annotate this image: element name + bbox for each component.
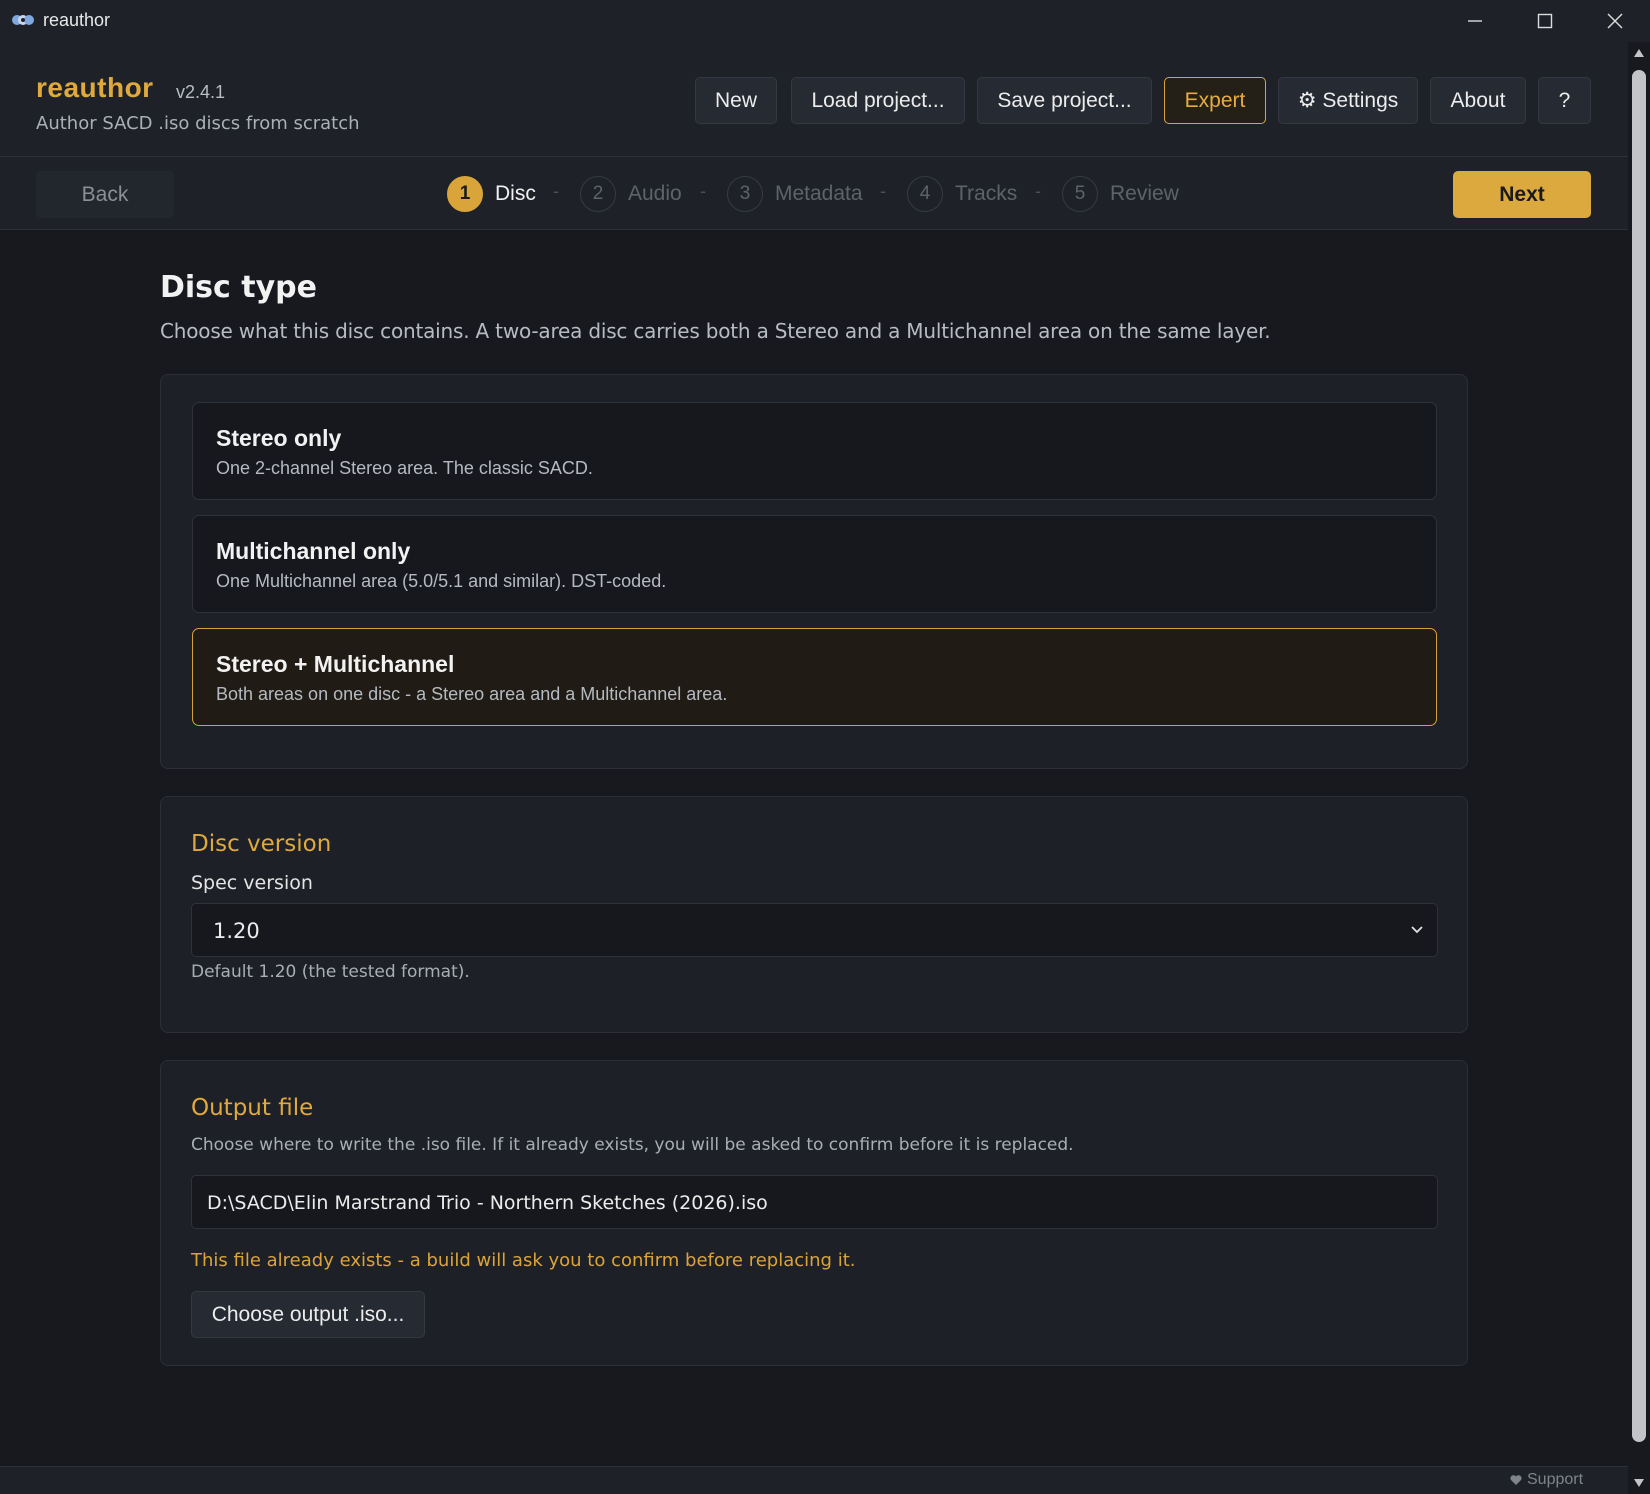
close-button[interactable] (1580, 0, 1650, 42)
new-button[interactable]: New (695, 77, 777, 124)
maximize-button[interactable] (1510, 0, 1580, 42)
output-path-field[interactable]: D:\SACD\Elin Marstrand Trio - Northern S… (191, 1175, 1438, 1229)
app-icon (12, 15, 34, 25)
step-separator: - (1035, 181, 1041, 201)
option-title: Multichannel only (216, 538, 411, 564)
option-description: One 2-channel Stereo area. The classic S… (216, 458, 593, 478)
spec-version-hint: Default 1.20 (the tested format). (191, 962, 470, 982)
app-header: reauthor v2.4.1 Author SACD .iso discs f… (0, 42, 1628, 157)
load-project-button[interactable]: Load project... (791, 77, 965, 124)
section-title: Disc version (191, 831, 332, 857)
step-disc[interactable]: 1 Disc (447, 176, 536, 212)
option-title: Stereo + Multichannel (216, 651, 455, 677)
step-label: Audio (628, 182, 682, 205)
heart-icon (1510, 1475, 1522, 1485)
page-description: Choose what this disc contains. A two-ar… (160, 319, 1271, 343)
step-label: Review (1110, 182, 1179, 205)
version-label: v2.4.1 (176, 82, 226, 102)
maximize-icon (1537, 13, 1553, 29)
footer: Support (0, 1466, 1628, 1494)
scroll-down-arrow-icon[interactable] (1633, 1478, 1645, 1488)
window-title: reauthor (43, 10, 111, 30)
disc-version-panel: Disc version Spec version 1.20 Default 1… (160, 796, 1468, 1033)
app-subtitle: Author SACD .iso discs from scratch (36, 113, 360, 134)
support-link[interactable]: Support (1510, 1471, 1583, 1489)
step-number: 2 (580, 176, 616, 212)
step-number: 1 (447, 176, 483, 212)
spec-version-select[interactable]: 1.20 (191, 903, 1438, 957)
disc-type-option-stereo-multichannel[interactable]: Stereo + Multichannel Both areas on one … (192, 628, 1437, 726)
step-separator: - (700, 181, 706, 201)
settings-button[interactable]: ⚙ Settings (1278, 77, 1418, 124)
expert-toggle-button[interactable]: Expert (1164, 77, 1266, 124)
scrollbar-thumb[interactable] (1632, 70, 1646, 1442)
step-metadata[interactable]: 3 Metadata (727, 176, 863, 212)
about-button[interactable]: About (1430, 77, 1526, 124)
chevron-down-icon (1411, 926, 1423, 934)
title-bar: reauthor (0, 0, 1650, 42)
spec-version-label: Spec version (191, 872, 313, 894)
step-separator: - (553, 181, 559, 201)
step-number: 3 (727, 176, 763, 212)
wizard-stepper-bar: Back 1 Disc - 2 Audio - 3 Metadata - 4 T… (0, 157, 1628, 230)
option-title: Stereo only (216, 425, 342, 451)
disc-type-option-multichannel[interactable]: Multichannel only One Multichannel area … (192, 515, 1437, 613)
minimize-button[interactable] (1440, 0, 1510, 42)
file-exists-warning: This file already exists - a build will … (191, 1250, 856, 1271)
scroll-up-arrow-icon[interactable] (1633, 48, 1645, 58)
save-project-button[interactable]: Save project... (977, 77, 1152, 124)
choose-output-button[interactable]: Choose output .iso... (191, 1291, 425, 1338)
help-button[interactable]: ? (1538, 77, 1591, 124)
close-icon (1607, 13, 1623, 29)
step-label: Metadata (775, 182, 863, 205)
brand-name: reauthor (36, 72, 154, 103)
select-value: 1.20 (213, 919, 260, 943)
support-label: Support (1527, 1471, 1584, 1488)
step-label: Tracks (955, 182, 1018, 205)
step-review[interactable]: 5 Review (1062, 176, 1179, 212)
option-description: Both areas on one disc - a Stereo area a… (216, 684, 728, 704)
disc-type-option-stereo[interactable]: Stereo only One 2-channel Stereo area. T… (192, 402, 1437, 500)
option-description: One Multichannel area (5.0/5.1 and simil… (216, 571, 667, 591)
step-number: 5 (1062, 176, 1098, 212)
output-file-description: Choose where to write the .iso file. If … (191, 1135, 1074, 1155)
step-separator: - (880, 181, 886, 201)
disc-type-panel: Stereo only One 2-channel Stereo area. T… (160, 374, 1468, 769)
page-title: Disc type (160, 270, 317, 305)
step-number: 4 (907, 176, 943, 212)
step-audio[interactable]: 2 Audio (580, 176, 682, 212)
minimize-icon (1468, 20, 1482, 22)
output-file-panel: Output file Choose where to write the .i… (160, 1060, 1468, 1366)
output-path-value: D:\SACD\Elin Marstrand Trio - Northern S… (207, 1192, 768, 1214)
back-button[interactable]: Back (36, 171, 174, 218)
step-label: Disc (495, 182, 536, 205)
section-title: Output file (191, 1095, 314, 1121)
next-button[interactable]: Next (1453, 171, 1591, 218)
step-tracks[interactable]: 4 Tracks (907, 176, 1017, 212)
